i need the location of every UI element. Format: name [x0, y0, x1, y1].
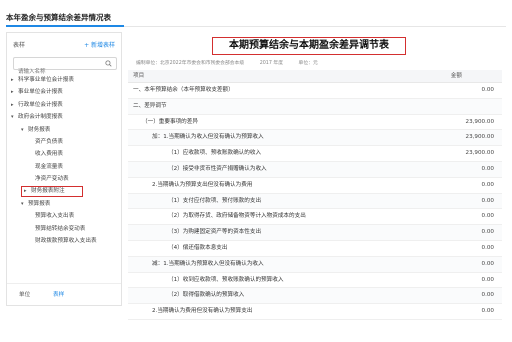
row-amount: 0.00 [481, 229, 494, 236]
tree-item-label: 财务报表附注 [31, 187, 65, 194]
row-amount: 0.00 [481, 197, 494, 204]
table-row[interactable]: （一）重要事项的差异 23,900.00 [128, 115, 502, 131]
row-label: （一）重要事项的差异 [142, 118, 198, 125]
tree-item-label: 预算报表 [28, 201, 51, 207]
caret-right-icon[interactable]: ▸ [11, 86, 18, 99]
tree-item-label: 预算收入支出表 [35, 213, 75, 220]
caret-down-icon[interactable]: ▾ [21, 124, 28, 137]
report-title: 本期预算结余与本期盈余差异调节表 [212, 37, 406, 55]
row-label: （1）支付应付款项、预付账款的支出 [168, 197, 262, 204]
caret-down-icon[interactable]: ▾ [11, 111, 18, 124]
table-row[interactable]: （2）接受非货币性资产捐赠确认为收入 0.00 [128, 162, 502, 178]
sidebar-tree-item[interactable]: 现金流量表 [7, 161, 121, 174]
table-row[interactable]: （1）收到应收款项、预收账款确认的预算收入 0.00 [128, 273, 502, 289]
row-amount: 0.00 [481, 166, 494, 172]
tree-item-label: 事业单位会计报表 [18, 89, 63, 96]
table-row[interactable]: 加：1.当期确认为收入但没有确认为预算收入 23,900.00 [128, 130, 502, 147]
tree-item-label: 资产负债表 [35, 139, 63, 145]
row-label: 一、本年预算结余（本年预算收支差额） [133, 87, 234, 93]
row-amount: 0.00 [481, 181, 494, 188]
search-box [13, 57, 117, 78]
table-row[interactable]: 2.当期确认为费用但没有确认为预算支出 0.00 [128, 304, 502, 320]
row-amount: 0.00 [481, 308, 494, 315]
sidebar-tree-item[interactable]: ▸ 科学事业单位会计报表 [7, 74, 121, 87]
tab-unit[interactable]: 单位 [19, 290, 30, 298]
sidebar-tree-item[interactable]: 资产负债表 [7, 136, 121, 149]
add-template-button[interactable]: + 新增表样 [84, 40, 115, 49]
row-amount: 0.00 [481, 292, 494, 299]
row-amount: 23,900.00 [465, 134, 494, 141]
active-title-underline [6, 25, 124, 27]
tree-item-label: 预算结转结余变动表 [35, 225, 86, 232]
sidebar-footer-tabs: 单位 表样 [7, 283, 121, 305]
meta-year: 2017 年度 [259, 61, 284, 66]
row-label: （4）偿还借款本息支出 [168, 245, 228, 251]
table-row[interactable]: （1）支付应付款项、预付账款的支出 0.00 [128, 193, 502, 210]
tree-item-label: 财政拨款预算收入支出表 [35, 238, 97, 245]
page-title: 本年盈余与预算结余差异情况表 [6, 13, 111, 22]
row-label: （2）为取得存货、政府储备物资等计入物资成本的支出 [168, 213, 306, 220]
caret-down-icon[interactable]: ▾ [21, 198, 28, 211]
row-label: 减：1.当期确认为预算收入但没有确认为收入 [152, 260, 264, 267]
sidebar-header: 表样 [13, 42, 26, 49]
caret-right-icon[interactable]: ▸ [11, 74, 18, 87]
row-label: 2.当期确认为费用但没有确认为预算支出 [152, 308, 253, 315]
tree-item-label: 科学事业单位会计报表 [18, 77, 74, 83]
tree-item-label: 财务报表 [28, 126, 51, 133]
row-amount: 23,900.00 [465, 118, 494, 125]
caret-right-icon[interactable]: ▸ [11, 99, 18, 112]
sidebar-tree-item[interactable]: ▸ 行政单位会计报表 [7, 99, 121, 112]
row-label: 二、差异调节 [133, 102, 167, 109]
row-amount: 0.00 [481, 276, 494, 283]
row-label: （3）为购建固定资产等的资本性支出 [168, 229, 262, 236]
report-panel: 本期预算结余与本期盈余差异调节表 编制单位：北京2022年市委会和市残委会部会本… [128, 32, 502, 332]
sidebar-tree-item[interactable]: ▾ 财务报表 [7, 124, 121, 137]
tab-template[interactable]: 表样 [53, 290, 64, 298]
table-row[interactable]: （3）为购建固定资产等的资本性支出 0.00 [128, 225, 502, 241]
sidebar-tree-item[interactable]: 净资产变动表 [7, 173, 121, 186]
sidebar-tree-item[interactable]: ▾ 政府会计制度报表 [7, 111, 121, 124]
table-header: 项目 金额 [128, 70, 502, 83]
report-meta: 编制单位：北京2022年市委会和市残委会部会本级 2017 年度 单位：元 [136, 59, 332, 66]
row-amount: 0.00 [481, 213, 494, 220]
tree-item-label: 现金流量表 [35, 163, 63, 170]
sidebar-item-selected[interactable]: ▸ 财务报表附注 [21, 185, 83, 197]
tree-item-label: 净资产变动表 [35, 176, 69, 183]
sidebar-tree-item[interactable]: ▸ 事业单位会计报表 [7, 86, 121, 99]
table-row[interactable]: （2）取得借款确认的预算收入 0.00 [128, 288, 502, 305]
table-row[interactable]: 一、本年预算结余（本年预算收支差额） 0.00 [128, 83, 502, 99]
template-sidebar: 表样 + 新增表样 ▸科学事业单位会计报表▸事业单位会计报表▸行政单位会计报表▾… [6, 32, 122, 306]
column-item: 项目 [133, 73, 145, 79]
row-amount: 23,900.00 [465, 150, 494, 157]
column-amount: 金额 [450, 73, 462, 79]
table-row[interactable]: 减：1.当期确认为预算收入但没有确认为收入 0.00 [128, 256, 502, 273]
row-label: （1）收到应收款项、预收账款确认的预算收入 [168, 276, 284, 283]
table-row[interactable]: （4）偿还借款本息支出 0.00 [128, 241, 502, 257]
table-row[interactable]: 2.当期确认为预算支出但没有确认为费用 0.00 [128, 178, 502, 194]
sidebar-tree-item[interactable]: 收入费用表 [7, 148, 121, 161]
meta-unit: 编制单位：北京2022年市委会和市残委会部会本级 [136, 61, 245, 66]
search-icon[interactable] [105, 60, 112, 67]
table-row[interactable]: （1）应收款项、预收账款确认的收入 23,900.00 [128, 146, 502, 162]
tree-item-label: 行政单位会计报表 [18, 101, 63, 108]
table-row[interactable]: （2）为取得存货、政府储备物资等计入物资成本的支出 0.00 [128, 209, 502, 226]
row-label: （1）应收款项、预收账款确认的收入 [168, 150, 262, 157]
tree-item-label: 收入费用表 [35, 151, 63, 158]
sidebar-tree-item[interactable]: 预算收入支出表 [7, 210, 121, 223]
table-row[interactable]: 二、差异调节 [128, 98, 502, 115]
sidebar-tree-item[interactable]: 财政拨款预算收入支出表 [7, 235, 121, 248]
meta-currency: 单位：元 [298, 61, 318, 66]
row-label: （2）取得借款确认的预算收入 [168, 292, 245, 299]
row-amount: 0.00 [481, 245, 494, 251]
row-amount: 0.00 [481, 87, 494, 93]
row-label: 加：1.当期确认为收入但没有确认为预算收入 [152, 134, 264, 141]
row-label: （2）接受非货币性资产捐赠确认为收入 [168, 166, 267, 172]
tree-item-label: 政府会计制度报表 [18, 114, 63, 121]
caret-right-icon[interactable]: ▸ [24, 187, 31, 196]
sidebar-tree-item[interactable]: ▾ 预算报表 [7, 198, 121, 211]
sidebar-tree-item[interactable]: 预算结转结余变动表 [7, 223, 121, 236]
row-amount: 0.00 [481, 260, 494, 267]
row-label: 2.当期确认为预算支出但没有确认为费用 [152, 181, 253, 188]
